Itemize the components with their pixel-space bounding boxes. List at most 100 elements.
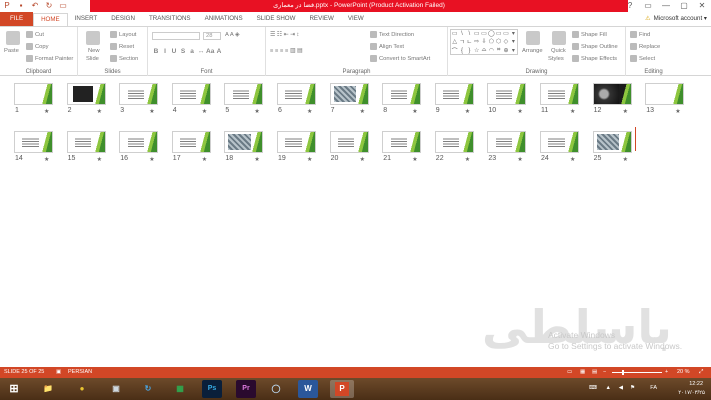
- slide-thumbnail[interactable]: [14, 131, 53, 153]
- spacing-icon[interactable]: ↔: [197, 48, 205, 55]
- tab-transitions[interactable]: TRANSITIONS: [142, 12, 198, 26]
- animation-star-icon[interactable]: ★: [465, 156, 470, 163]
- chrome-icon[interactable]: ●: [72, 380, 92, 398]
- animation-star-icon[interactable]: ★: [97, 108, 102, 115]
- slide-thumbnail[interactable]: [434, 131, 474, 153]
- animation-star-icon[interactable]: ★: [623, 108, 628, 115]
- start-button[interactable]: ⊞: [3, 380, 25, 398]
- animation-star-icon[interactable]: ★: [570, 156, 575, 163]
- shape-outline-button[interactable]: Shape Outline: [572, 43, 618, 50]
- slide-thumbnail[interactable]: [592, 83, 632, 105]
- slide-thumbnail[interactable]: [487, 83, 527, 105]
- clock-date[interactable]: ۲۰۱۷/۰۳/۲۵: [678, 390, 705, 396]
- tab-animations[interactable]: ANIMATIONS: [198, 12, 250, 26]
- premiere-icon[interactable]: Pr: [236, 380, 256, 398]
- animation-star-icon[interactable]: ★: [44, 156, 49, 163]
- shape-effects-button[interactable]: Shape Effects: [572, 55, 617, 62]
- shapes-gallery[interactable]: ▭ \ \ ▭ ▭ ◯ ▭ ▭ ▾ △ ㄱㄴ ⇨ ⇩ ⬠ ⬡ ◇ ▾ ⌒{} ☆ ⌓ ◠ ⌗ ⊕ ▾: [450, 29, 518, 55]
- spelling-icon[interactable]: ▣: [56, 367, 61, 378]
- fit-to-window-icon[interactable]: ⤢: [699, 367, 703, 378]
- volume-icon[interactable]: ◀: [619, 385, 623, 391]
- slide-thumbnail[interactable]: [645, 83, 685, 105]
- tab-view[interactable]: VIEW: [341, 12, 371, 26]
- quick-styles-button[interactable]: Quick: [551, 48, 566, 54]
- animation-star-icon[interactable]: ★: [465, 108, 470, 115]
- underline-icon[interactable]: U: [170, 48, 178, 55]
- new-slide-button[interactable]: New: [88, 48, 100, 54]
- list-buttons[interactable]: ☰ ☷ ⇤ ⇥ ↕: [270, 32, 299, 38]
- animation-star-icon[interactable]: ★: [360, 108, 365, 115]
- slide-thumbnail[interactable]: [592, 131, 632, 153]
- photoshop-icon[interactable]: Ps: [202, 380, 222, 398]
- slide-thumbnail[interactable]: [14, 83, 53, 105]
- slide-thumbnail[interactable]: [224, 131, 264, 153]
- strikethrough-icon[interactable]: a: [188, 48, 196, 55]
- slide-thumbnail[interactable]: [224, 83, 264, 105]
- normal-view-icon[interactable]: ▭: [567, 367, 572, 378]
- animation-star-icon[interactable]: ★: [44, 108, 49, 115]
- animation-star-icon[interactable]: ★: [149, 156, 154, 163]
- chat-icon[interactable]: ◯: [266, 380, 286, 398]
- slide-thumbnail[interactable]: [171, 131, 211, 153]
- account-menu[interactable]: ⚠ Microsoft account ▾: [645, 12, 707, 26]
- slide-thumbnail[interactable]: [66, 83, 106, 105]
- tab-insert[interactable]: INSERT: [68, 12, 105, 26]
- slide-thumbnail[interactable]: [66, 131, 106, 153]
- text-direction-button[interactable]: Text Direction: [370, 31, 414, 38]
- animation-star-icon[interactable]: ★: [149, 108, 154, 115]
- tab-design[interactable]: DESIGN: [104, 12, 142, 26]
- animation-star-icon[interactable]: ★: [254, 156, 259, 163]
- align-text-button[interactable]: Align Text: [370, 43, 404, 50]
- explorer-window-icon[interactable]: ▣: [106, 380, 126, 398]
- change-case-icon[interactable]: Aa: [206, 48, 214, 55]
- paste-button[interactable]: Paste: [4, 48, 19, 54]
- font-name-box[interactable]: [152, 32, 200, 40]
- font-grow-icon[interactable]: A A ◈: [225, 32, 239, 38]
- animation-star-icon[interactable]: ★: [307, 108, 312, 115]
- animation-star-icon[interactable]: ★: [517, 108, 522, 115]
- slide-thumbnail[interactable]: [277, 83, 316, 105]
- slide-thumbnail[interactable]: [487, 131, 527, 153]
- tab-slide-show[interactable]: SLIDE SHOW: [250, 12, 303, 26]
- zoom-out-button[interactable]: −: [603, 367, 606, 378]
- undo-icon[interactable]: ↶: [30, 1, 40, 11]
- tab-review[interactable]: REVIEW: [302, 12, 340, 26]
- help-button[interactable]: ?: [621, 0, 639, 12]
- zoom-level[interactable]: 20 %: [677, 367, 690, 378]
- copy-button[interactable]: Copy: [26, 43, 49, 50]
- sorter-view-icon[interactable]: ▦: [580, 367, 585, 378]
- arrange-button[interactable]: Arrange: [522, 48, 543, 54]
- shadow-icon[interactable]: S: [179, 48, 187, 55]
- convert-smartart-button[interactable]: Convert to SmartArt: [370, 55, 430, 62]
- animation-star-icon[interactable]: ★: [675, 108, 680, 115]
- input-language[interactable]: FA: [650, 385, 657, 391]
- format-painter-button[interactable]: Format Painter: [26, 55, 73, 62]
- ribbon-display-button[interactable]: ▭: [639, 0, 657, 12]
- font-size-box[interactable]: 28: [203, 32, 221, 40]
- minimize-button[interactable]: —: [657, 0, 675, 12]
- powerpoint-taskbar-icon[interactable]: P: [330, 380, 354, 398]
- keyboard-icon[interactable]: ⌨: [589, 385, 597, 391]
- animation-star-icon[interactable]: ★: [307, 156, 312, 163]
- animation-star-icon[interactable]: ★: [623, 156, 628, 163]
- word-icon[interactable]: W: [298, 380, 318, 398]
- section-button[interactable]: Section: [110, 55, 138, 62]
- slide-thumbnail[interactable]: [382, 83, 422, 105]
- reset-button[interactable]: Reset: [110, 43, 134, 50]
- cut-button[interactable]: Cut: [26, 31, 44, 38]
- font-color-icon[interactable]: A: [215, 48, 223, 55]
- italic-icon[interactable]: I: [161, 48, 169, 55]
- animation-star-icon[interactable]: ★: [360, 156, 365, 163]
- slide-thumbnail[interactable]: [119, 83, 159, 105]
- tab-file[interactable]: FILE: [0, 12, 34, 26]
- clock-time[interactable]: 12:22: [689, 381, 703, 387]
- slide-thumbnail[interactable]: [171, 83, 211, 105]
- file-explorer-icon[interactable]: 📁: [38, 380, 58, 398]
- zoom-slider-handle[interactable]: [622, 370, 624, 375]
- save-icon[interactable]: ▪: [16, 1, 26, 11]
- slide-thumbnail[interactable]: [382, 131, 422, 153]
- slide-thumbnail[interactable]: [434, 83, 474, 105]
- replace-button[interactable]: Replace: [630, 43, 660, 50]
- reading-view-icon[interactable]: ▤: [592, 367, 597, 378]
- zoom-in-button[interactable]: +: [665, 367, 668, 378]
